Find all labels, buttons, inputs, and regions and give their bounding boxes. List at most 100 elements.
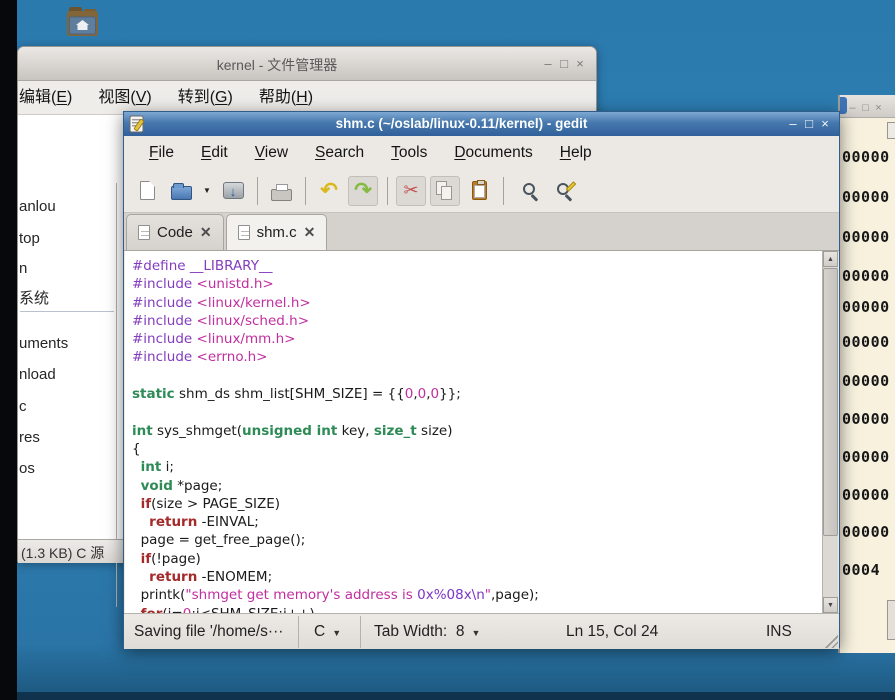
tab-shm.c[interactable]: shm.c ✕	[226, 214, 328, 250]
copy-button[interactable]	[430, 176, 460, 206]
undo-button[interactable]: ↶	[314, 176, 344, 206]
tab-Code[interactable]: Code✕	[126, 214, 224, 250]
gedit-close-button[interactable]: ×	[817, 116, 833, 132]
save-button[interactable]: ↓	[218, 176, 248, 206]
code-line: printk("shmget get memory's address is 0…	[132, 586, 823, 604]
sidebar-item[interactable]: res	[19, 428, 40, 448]
scroll-up-icon[interactable]: ▲	[823, 251, 838, 267]
gedit-menu-Help[interactable]: Help	[560, 136, 592, 169]
gedit-menu-Documents[interactable]: Documents	[454, 136, 532, 169]
dropdown-caret-icon: ▼	[203, 186, 211, 195]
sidebar-item[interactable]: nload	[19, 365, 56, 385]
gedit-menu-Search[interactable]: Search	[315, 136, 364, 169]
tab-width-combo[interactable]: Tab Width: 8▼	[374, 623, 480, 641]
sidebar-item[interactable]: top	[19, 229, 40, 249]
language-combo[interactable]: C▼	[314, 623, 341, 641]
sidebar-item[interactable]: os	[19, 459, 35, 479]
sidebar-item[interactable]: c	[19, 397, 27, 417]
redo-icon: ↷	[354, 179, 372, 203]
sidebar-item[interactable]: anlou	[19, 197, 56, 217]
redo-button[interactable]: ↷	[348, 176, 378, 206]
fm-menu-item[interactable]: 转到(G)	[178, 81, 233, 115]
memory-value-row: 0004	[842, 561, 880, 579]
right-window-titlebar[interactable]: –□×	[840, 95, 895, 118]
find-replace-icon	[557, 183, 569, 195]
file-manager-minimize-button[interactable]: –	[540, 56, 556, 72]
scroll-down-icon[interactable]: ▼	[823, 597, 838, 613]
memory-value-row: 00000	[842, 148, 890, 166]
gedit-minimize-button[interactable]: –	[785, 116, 801, 132]
right-window-close-button[interactable]: ×	[872, 100, 885, 116]
code-line	[132, 403, 823, 421]
paste-button[interactable]	[464, 176, 494, 206]
desktop-bottom-shade	[0, 692, 895, 700]
cut-button[interactable]: ✂	[396, 176, 426, 206]
file-manager-close-button[interactable]: ×	[572, 56, 588, 72]
scrollbar-thumb[interactable]	[823, 268, 838, 536]
right-window-maximize-button[interactable]: □	[859, 100, 872, 116]
gedit-toolbar: ▼ ↓ ↶ ↷ ✂	[124, 169, 839, 213]
new-document-icon	[140, 181, 155, 200]
memory-value-row: 00000	[842, 523, 890, 541]
gedit-menubar: File Edit View Search Tools Documents Help	[124, 136, 839, 169]
code-line: if(!page)	[132, 550, 823, 568]
gedit-maximize-button[interactable]: □	[801, 116, 817, 132]
file-manager-window-controls: –□×	[540, 55, 588, 73]
code-line: if(size > PAGE_SIZE)	[132, 495, 823, 513]
right-window-minimize-button[interactable]: –	[846, 100, 859, 116]
gedit-menu-File[interactable]: File	[149, 136, 174, 169]
gedit-menu-View[interactable]: View	[255, 136, 288, 169]
fm-menu-item[interactable]: 视图(V)	[98, 81, 151, 115]
tab-close-icon[interactable]: ✕	[304, 224, 316, 241]
right-window-scrollbar-bottom[interactable]	[887, 600, 895, 640]
gedit-window: shm.c (~/oslab/linux-0.11/kernel) - gedi…	[123, 111, 840, 648]
fm-menu-item[interactable]: 帮助(H)	[259, 81, 313, 115]
print-button[interactable]	[266, 176, 296, 206]
open-button[interactable]	[166, 176, 196, 206]
code-line: #include <linux/sched.h>	[132, 312, 823, 330]
file-manager-titlebar[interactable]: kernel - 文件管理器 –□×	[18, 47, 596, 81]
memory-value-row: 00000	[842, 410, 890, 428]
statusbar-separator	[298, 616, 299, 648]
gedit-title: shm.c (~/oslab/linux-0.11/kernel) - gedi…	[154, 116, 769, 131]
tab-close-icon[interactable]: ✕	[200, 224, 212, 241]
file-manager-status-text: (1.3 KB) C 源	[21, 543, 104, 563]
toolbar-separator	[503, 177, 504, 205]
sidebar-item[interactable]: 系统	[19, 289, 49, 309]
language-value: C	[314, 623, 325, 640]
find-button[interactable]	[512, 176, 542, 206]
code-line: #include <unistd.h>	[132, 275, 823, 293]
right-window-scrollbar-top[interactable]	[887, 122, 895, 139]
gedit-menu-Edit[interactable]: Edit	[201, 136, 228, 169]
gedit-statusbar: Saving file '/home/s··· C▼ Tab Width: 8▼…	[124, 613, 839, 649]
code-line: #include <errno.h>	[132, 348, 823, 366]
gedit-menu-Tools[interactable]: Tools	[391, 136, 427, 169]
right-window-controls: –□×	[846, 98, 885, 116]
save-icon: ↓	[223, 182, 244, 199]
document-icon	[238, 225, 250, 240]
gedit-vertical-scrollbar[interactable]: ▲ ▼	[822, 251, 838, 613]
sidebar-item[interactable]: n	[19, 259, 27, 279]
print-icon	[271, 189, 292, 201]
gedit-text-area[interactable]: #define __LIBRARY__#include <unistd.h>#i…	[125, 251, 823, 613]
resize-grip[interactable]	[823, 633, 838, 648]
code-line: #include <linux/mm.h>	[132, 330, 823, 348]
code-line: {	[132, 440, 823, 458]
find-and-replace-button[interactable]	[546, 176, 576, 206]
file-manager-maximize-button[interactable]: □	[556, 56, 572, 72]
new-document-button[interactable]	[132, 176, 162, 206]
statusbar-separator	[360, 616, 361, 648]
tab-label: shm.c	[257, 224, 297, 241]
fm-menu-item[interactable]: 编辑(E)	[19, 81, 72, 115]
home-folder-icon[interactable]	[64, 5, 102, 45]
tab-width-value: 8	[456, 623, 465, 640]
gedit-tabbar: Code✕ shm.c ✕	[124, 213, 839, 251]
open-dropdown-button[interactable]: ▼	[200, 176, 214, 206]
open-folder-icon	[171, 186, 192, 200]
sidebar-item[interactable]: uments	[19, 334, 68, 354]
combo-caret-icon: ▼	[332, 628, 341, 638]
screen-left-strip	[0, 0, 17, 700]
memory-value-row: 00000	[842, 333, 890, 351]
gedit-titlebar[interactable]: shm.c (~/oslab/linux-0.11/kernel) - gedi…	[124, 112, 839, 136]
code-line	[132, 367, 823, 385]
